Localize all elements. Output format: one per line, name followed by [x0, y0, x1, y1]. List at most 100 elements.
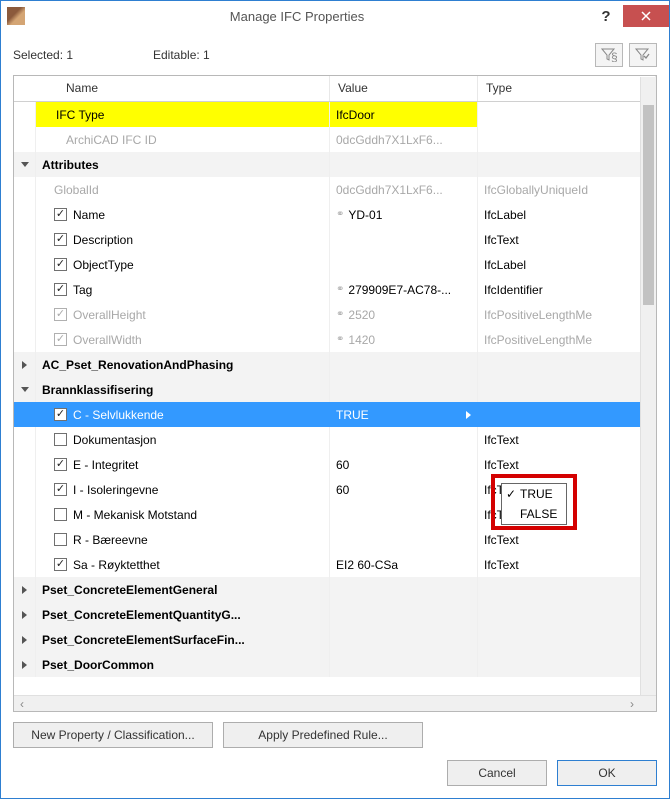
- expand-cell[interactable]: [14, 352, 36, 377]
- value-cell[interactable]: 60: [330, 452, 478, 477]
- expand-cell[interactable]: [14, 477, 36, 502]
- column-type[interactable]: Type: [478, 76, 656, 101]
- checkbox[interactable]: [54, 433, 67, 446]
- scroll-left-icon[interactable]: ‹: [14, 697, 30, 711]
- table-row[interactable]: GlobalId0dcGddh7X1LxF6...IfcGloballyUniq…: [14, 177, 656, 202]
- table-row[interactable]: ✓DescriptionIfcText: [14, 227, 656, 252]
- table-row[interactable]: ArchiCAD IFC ID0dcGddh7X1LxF6...: [14, 127, 656, 152]
- table-row[interactable]: Pset_ConcreteElementGeneral: [14, 577, 656, 602]
- table-row[interactable]: Pset_DoorCommon: [14, 652, 656, 677]
- name-cell: M - Mekanisk Motstand: [36, 502, 330, 527]
- value-cell[interactable]: 0dcGddh7X1LxF6...: [330, 177, 478, 202]
- ok-button[interactable]: OK: [557, 760, 657, 786]
- checkbox[interactable]: ✓: [54, 283, 67, 296]
- checkbox[interactable]: [54, 508, 67, 521]
- scrollbar-thumb[interactable]: [643, 105, 654, 305]
- table-row[interactable]: AC_Pset_RenovationAndPhasing: [14, 352, 656, 377]
- value-cell[interactable]: [330, 602, 478, 627]
- expand-cell[interactable]: [14, 152, 36, 177]
- checkbox[interactable]: ✓: [54, 408, 67, 421]
- table-row[interactable]: ✓ObjectTypeIfcLabel: [14, 252, 656, 277]
- value-cell[interactable]: ⚭YD-01: [330, 202, 478, 227]
- vertical-scrollbar[interactable]: [640, 77, 656, 695]
- column-value[interactable]: Value: [330, 76, 478, 101]
- expand-cell[interactable]: [14, 202, 36, 227]
- expand-cell[interactable]: [14, 577, 36, 602]
- expand-cell[interactable]: [14, 277, 36, 302]
- expand-cell[interactable]: [14, 427, 36, 452]
- checkbox[interactable]: ✓: [54, 458, 67, 471]
- apply-rule-button[interactable]: Apply Predefined Rule...: [223, 722, 423, 748]
- column-name[interactable]: Name: [36, 76, 330, 101]
- expand-cell[interactable]: [14, 227, 36, 252]
- value-dropdown[interactable]: ✓ TRUE FALSE: [501, 483, 567, 525]
- expand-cell[interactable]: [14, 527, 36, 552]
- checkbox[interactable]: ✓: [54, 208, 67, 221]
- expand-cell[interactable]: [14, 102, 36, 127]
- value-cell[interactable]: 60: [330, 477, 478, 502]
- value-cell[interactable]: [330, 352, 478, 377]
- help-button[interactable]: ?: [591, 5, 621, 27]
- expand-cell[interactable]: [14, 452, 36, 477]
- close-button[interactable]: [623, 5, 669, 27]
- dropdown-item-true[interactable]: ✓ TRUE: [502, 484, 566, 504]
- value-cell[interactable]: [330, 652, 478, 677]
- new-property-button[interactable]: New Property / Classification...: [13, 722, 213, 748]
- value-cell[interactable]: EI2 60-CSa: [330, 552, 478, 577]
- checkbox[interactable]: ✓: [54, 483, 67, 496]
- value-cell[interactable]: [330, 502, 478, 527]
- expand-cell[interactable]: [14, 502, 36, 527]
- expand-cell[interactable]: [14, 302, 36, 327]
- dropdown-arrow-icon[interactable]: [466, 411, 471, 419]
- value-cell[interactable]: [330, 577, 478, 602]
- table-row[interactable]: Pset_ConcreteElementQuantityG...: [14, 602, 656, 627]
- checkbox[interactable]: [54, 533, 67, 546]
- expand-cell[interactable]: [14, 177, 36, 202]
- value-cell[interactable]: IfcDoor: [330, 102, 478, 127]
- expand-cell[interactable]: [14, 377, 36, 402]
- table-row[interactable]: Brannklassifisering: [14, 377, 656, 402]
- value-cell[interactable]: TRUE: [330, 402, 478, 427]
- value-cell[interactable]: ⚭2520: [330, 302, 478, 327]
- value-cell[interactable]: ⚭279909E7-AC78-...: [330, 277, 478, 302]
- expand-cell[interactable]: [14, 402, 36, 427]
- expand-cell[interactable]: [14, 652, 36, 677]
- name-cell: ✓ObjectType: [36, 252, 330, 277]
- table-row[interactable]: ✓C - SelvlukkendeTRUE: [14, 402, 656, 427]
- table-row[interactable]: R - BæreevneIfcText: [14, 527, 656, 552]
- expand-cell[interactable]: [14, 602, 36, 627]
- filter-scheme-button[interactable]: §: [595, 43, 623, 67]
- table-row[interactable]: ✓E - Integritet60IfcText: [14, 452, 656, 477]
- table-row[interactable]: Pset_ConcreteElementSurfaceFin...: [14, 627, 656, 652]
- value-cell[interactable]: [330, 152, 478, 177]
- value-cell[interactable]: [330, 227, 478, 252]
- cancel-button[interactable]: Cancel: [447, 760, 547, 786]
- expand-cell[interactable]: [14, 327, 36, 352]
- expand-cell[interactable]: [14, 127, 36, 152]
- checkbox[interactable]: ✓: [54, 258, 67, 271]
- scroll-right-icon[interactable]: ›: [624, 697, 640, 711]
- table-row[interactable]: ✓Sa - RøyktetthetEI2 60-CSaIfcText: [14, 552, 656, 577]
- table-row[interactable]: ✓OverallHeight⚭2520IfcPositiveLengthMe: [14, 302, 656, 327]
- table-row[interactable]: ✓Tag⚭279909E7-AC78-...IfcIdentifier: [14, 277, 656, 302]
- checkbox[interactable]: ✓: [54, 233, 67, 246]
- table-row[interactable]: ✓OverallWidth⚭1420IfcPositiveLengthMe: [14, 327, 656, 352]
- table-row[interactable]: ✓Name⚭YD-01IfcLabel: [14, 202, 656, 227]
- checkbox[interactable]: ✓: [54, 558, 67, 571]
- filter-check-button[interactable]: [629, 43, 657, 67]
- value-cell[interactable]: [330, 427, 478, 452]
- value-cell[interactable]: [330, 627, 478, 652]
- expand-cell[interactable]: [14, 627, 36, 652]
- expand-cell[interactable]: [14, 252, 36, 277]
- expand-cell[interactable]: [14, 552, 36, 577]
- value-cell[interactable]: ⚭1420: [330, 327, 478, 352]
- table-row[interactable]: IFC TypeIfcDoor: [14, 102, 656, 127]
- horizontal-scrollbar[interactable]: ‹ ›: [14, 695, 656, 711]
- value-cell[interactable]: [330, 527, 478, 552]
- table-row[interactable]: Attributes: [14, 152, 656, 177]
- table-row[interactable]: DokumentasjonIfcText: [14, 427, 656, 452]
- value-cell[interactable]: [330, 377, 478, 402]
- value-cell[interactable]: 0dcGddh7X1LxF6...: [330, 127, 478, 152]
- dropdown-item-false[interactable]: FALSE: [502, 504, 566, 524]
- value-cell[interactable]: [330, 252, 478, 277]
